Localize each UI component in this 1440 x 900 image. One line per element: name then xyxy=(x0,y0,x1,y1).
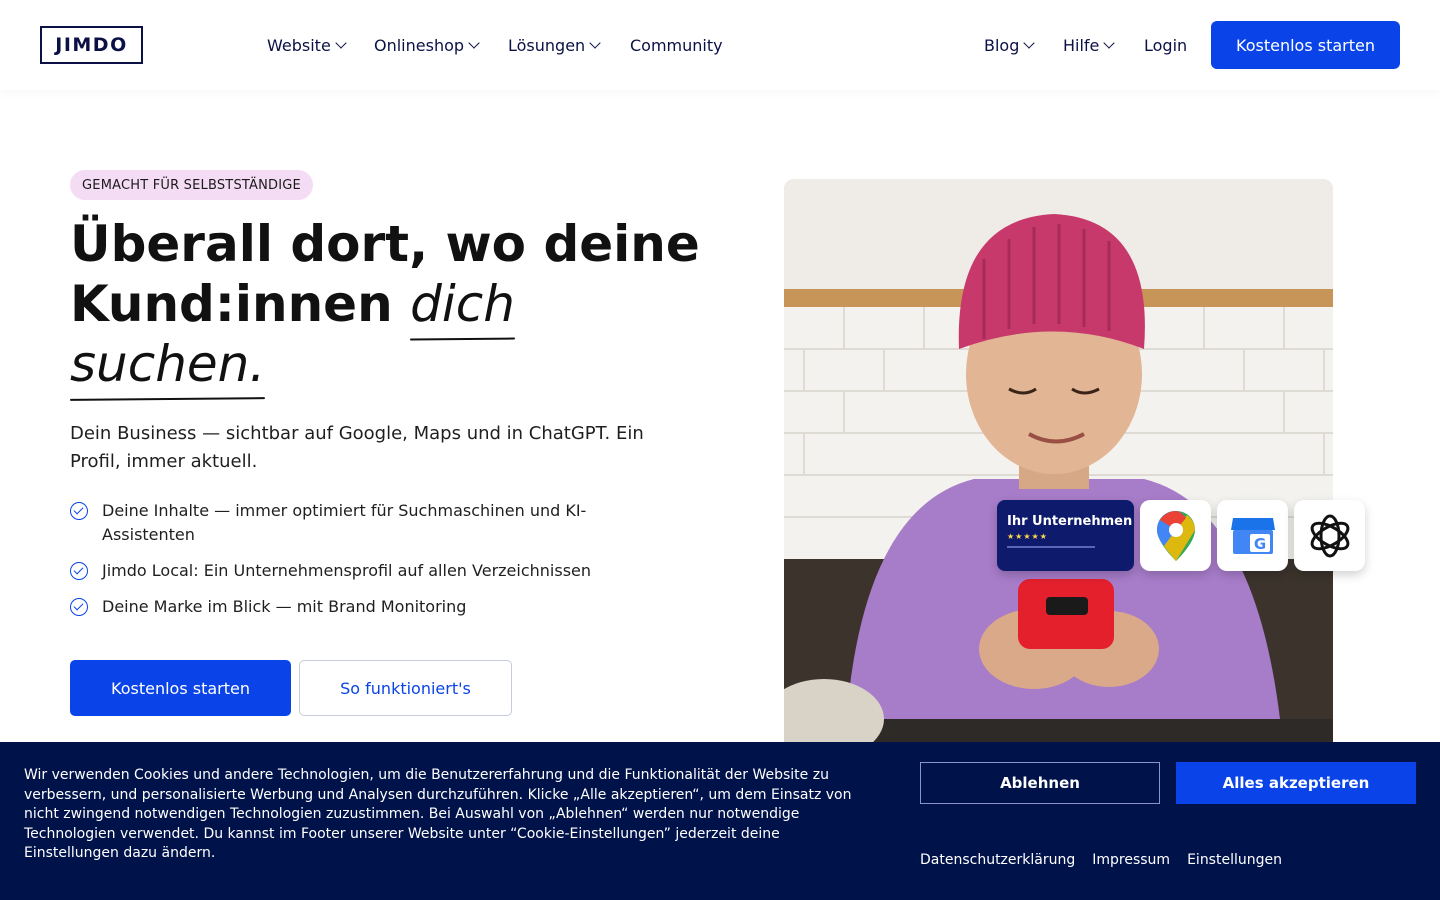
check-circle-icon xyxy=(70,598,88,616)
chatgpt-icon xyxy=(1294,500,1365,571)
nav-community[interactable]: Community xyxy=(630,34,723,56)
site-header: JIMDO Website Onlineshop Lösungen Commun… xyxy=(0,0,1440,90)
hero-photo xyxy=(784,179,1333,759)
how-it-works-button[interactable]: So funktioniert's xyxy=(299,660,512,716)
feature-list: Deine Inhalte — immer optimiert für Such… xyxy=(70,499,630,631)
headline-italic-suchen: suchen. xyxy=(70,335,266,393)
nav-community-label: Community xyxy=(630,35,723,55)
business-card-line xyxy=(1007,546,1095,548)
headline-italic-dich: dich xyxy=(410,275,515,333)
check-circle-icon xyxy=(70,562,88,580)
google-business-icon: G xyxy=(1217,500,1288,571)
cookie-settings-link[interactable]: Einstellungen xyxy=(1187,852,1282,868)
nav-blog-label: Blog xyxy=(984,35,1020,55)
hero-start-free-button[interactable]: Kostenlos starten xyxy=(70,660,291,716)
feature-item: Deine Marke im Blick — mit Brand Monitor… xyxy=(70,595,630,619)
chatgpt-logo xyxy=(1310,514,1349,557)
nav-login[interactable]: Login xyxy=(1144,34,1187,56)
nav-loesungen-label: Lösungen xyxy=(508,35,586,55)
cookie-text: Wir verwenden Cookies und andere Technol… xyxy=(24,767,852,862)
nav-onlineshop-label: Onlineshop xyxy=(374,35,465,55)
cookie-banner: Wir verwenden Cookies und andere Technol… xyxy=(0,742,1440,900)
jimdo-logo[interactable]: JIMDO xyxy=(40,26,143,64)
hero-photo-illustration xyxy=(784,179,1333,759)
chevron-down-icon xyxy=(1023,36,1036,49)
google-maps-icon xyxy=(1140,500,1211,571)
profile-badges: Ihr Unternehmen ★★★★★ G xyxy=(997,500,1365,571)
check-circle-icon xyxy=(70,502,88,520)
cookie-reject-button[interactable]: Ablehnen xyxy=(920,762,1160,804)
hero-subline: Dein Business — sichtbar auf Google, Map… xyxy=(70,423,644,472)
rating-stars: ★★★★★ xyxy=(1007,532,1048,541)
hero-headline: Überall dort, wo deine Kund:innen dich su… xyxy=(70,214,710,394)
imprint-link[interactable]: Impressum xyxy=(1092,852,1170,868)
chevron-down-icon xyxy=(335,36,347,49)
nav-login-label: Login xyxy=(1144,35,1188,55)
chevron-down-icon xyxy=(468,36,480,49)
headline-main: Überall dort, wo deine Kund:innen xyxy=(70,215,700,333)
nav-hilfe[interactable]: Hilfe xyxy=(1063,34,1116,56)
header-start-free-button[interactable]: Kostenlos starten xyxy=(1211,21,1400,69)
feature-text: Jimdo Local: Ein Unternehmensprofil auf … xyxy=(102,561,592,580)
feature-text: Deine Inhalte — immer optimiert für Such… xyxy=(102,501,587,544)
business-card-title: Ihr Unternehmen xyxy=(1007,514,1133,529)
nav-hilfe-label: Hilfe xyxy=(1063,35,1100,55)
business-profile-card: Ihr Unternehmen ★★★★★ xyxy=(997,500,1134,571)
chevron-down-icon xyxy=(1103,36,1116,49)
nav-blog[interactable]: Blog xyxy=(984,34,1036,56)
feature-text: Deine Marke im Blick — mit Brand Monitor… xyxy=(102,597,467,616)
cookie-accept-all-button[interactable]: Alles akzeptieren xyxy=(1176,762,1416,804)
google-maps-pin xyxy=(1156,510,1195,561)
feature-item: Deine Inhalte — immer optimiert für Such… xyxy=(70,499,630,547)
feature-item: Jimdo Local: Ein Unternehmensprofil auf … xyxy=(70,559,630,583)
cookie-links: Datenschutzerklärung Impressum Einstellu… xyxy=(920,852,1282,868)
nav-website[interactable]: Website xyxy=(267,34,347,56)
nav-loesungen[interactable]: Lösungen xyxy=(508,34,601,56)
google-business-store: G xyxy=(1230,517,1275,554)
chevron-down-icon xyxy=(589,36,601,49)
nav-website-label: Website xyxy=(267,35,331,55)
hero-badge: GEMACHT FÜR SELBSTSTÄNDIGE xyxy=(70,170,313,200)
svg-text:G: G xyxy=(1253,535,1265,553)
nav-onlineshop[interactable]: Onlineshop xyxy=(374,34,480,56)
privacy-policy-link[interactable]: Datenschutzerklärung xyxy=(920,852,1075,868)
